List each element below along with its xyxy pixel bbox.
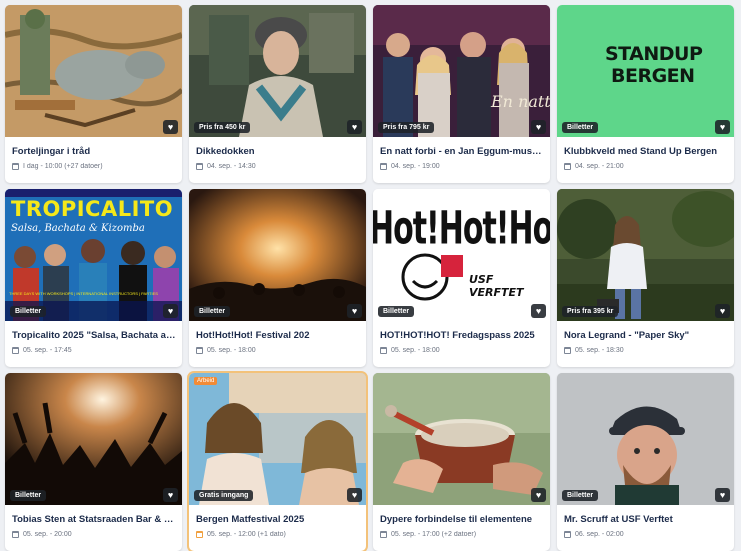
- poster-subtitle: Salsa, Bachata & Kizomba: [11, 223, 145, 234]
- calendar-icon: [12, 347, 19, 354]
- price-badge: Pris fra 450 kr: [194, 122, 251, 133]
- event-image: Pris fra 450 kr ♥: [189, 5, 366, 137]
- event-image: Billetter ♥: [557, 373, 734, 505]
- calendar-icon: [196, 163, 203, 170]
- calendar-icon: [380, 347, 387, 354]
- tickets-badge: Billetter: [562, 490, 599, 501]
- poster-line: THREE DAYS WITH WORKSHOPS | INTERNATIONA…: [9, 291, 158, 296]
- free-entry-badge: Gratis inngang: [194, 490, 254, 501]
- event-image: STANDUP BERGEN Billetter ♥: [557, 5, 734, 137]
- calendar-icon: [564, 531, 571, 538]
- event-title: Bergen Matfestival 2025: [196, 514, 305, 525]
- event-title: Mr. Scruff at USF Verftet: [564, 514, 673, 525]
- event-date: I dag - 10:00 (+27 datoer): [12, 163, 176, 170]
- event-image: Billetter ♥: [5, 373, 182, 505]
- event-image: Billetter ♥: [189, 189, 366, 321]
- event-card[interactable]: Pris fra 450 kr ♥ Dikkedokken 04. sep. -…: [189, 5, 366, 183]
- event-title: Tobias Sten at Statsraaden Bar & Recepti…: [12, 514, 176, 525]
- poster-venue: USF VERFTET: [469, 273, 524, 299]
- event-date: 04. sep. - 19:00: [380, 163, 544, 170]
- tickets-badge: Billetter: [10, 490, 47, 501]
- event-card[interactable]: Billetter ♥ Hot!Hot!Hot! Festival 202 05…: [189, 189, 366, 367]
- event-date: 05. sep. - 18:00: [196, 347, 360, 354]
- event-title: Klubbkveld med Stand Up Bergen: [564, 146, 718, 157]
- event-card[interactable]: Hot!Hot!Hot! USF VERFTET Billetter ♥ HOT…: [373, 189, 550, 367]
- favorite-icon[interactable]: ♥: [163, 120, 178, 134]
- event-image: ♥: [5, 5, 182, 137]
- event-card[interactable]: ♥ Forteljingar i tråd I dag - 10:00 (+27…: [5, 5, 182, 183]
- tickets-badge: Billetter: [10, 306, 47, 317]
- event-title: HOT!HOT!HOT! Fredagspass 2025: [380, 330, 535, 341]
- event-date: 05. sep. - 12:00 (+1 dato): [196, 531, 360, 538]
- tickets-badge: Billetter: [378, 306, 415, 317]
- favorite-icon[interactable]: ♥: [715, 120, 730, 134]
- event-date: 06. sep. - 02:00: [564, 531, 728, 538]
- favorite-icon[interactable]: ♥: [347, 488, 362, 502]
- price-badge: Pris fra 795 kr: [378, 122, 435, 133]
- favorite-icon[interactable]: ♥: [531, 304, 546, 318]
- event-card[interactable]: TROPICALITO Salsa, Bachata & Kizomba THR…: [5, 189, 182, 367]
- calendar-icon: [196, 531, 203, 538]
- calendar-icon: [380, 531, 387, 538]
- event-title: Tropicalito 2025 "Salsa, Bachata and Kiz…: [12, 330, 176, 341]
- event-image: Pris fra 395 kr ♥: [557, 189, 734, 321]
- price-badge: Pris fra 395 kr: [562, 306, 619, 317]
- event-image: Hot!Hot!Hot! USF VERFTET Billetter ♥: [373, 189, 550, 321]
- calendar-icon: [196, 347, 203, 354]
- event-image: Arbeid Gratis inngang ♥: [189, 373, 366, 505]
- event-date: 05. sep. - 18:00: [380, 347, 544, 354]
- event-title: En natt forbi - en Jan Eggum-musikal: [380, 146, 544, 157]
- calendar-icon: [380, 163, 387, 170]
- favorite-icon[interactable]: ♥: [347, 304, 362, 318]
- calendar-icon: [564, 347, 571, 354]
- calendar-icon: [564, 163, 571, 170]
- calendar-icon: [12, 163, 19, 170]
- favorite-icon[interactable]: ♥: [163, 488, 178, 502]
- calendar-icon: [12, 531, 19, 538]
- event-title: Dypere forbindelse til elementene: [380, 514, 533, 525]
- event-title: Hot!Hot!Hot! Festival 202: [196, 330, 310, 341]
- event-date: 05. sep. - 17:00 (+2 datoer): [380, 531, 544, 538]
- event-title: Forteljingar i tråd: [12, 146, 91, 157]
- poster-title: TROPICALITO: [11, 197, 174, 221]
- event-grid: ♥ Forteljingar i tråd I dag - 10:00 (+27…: [5, 5, 734, 551]
- poster-text: En natt forbi: [490, 92, 550, 111]
- favorite-icon[interactable]: ♥: [163, 304, 178, 318]
- event-card[interactable]: ♥ Dypere forbindelse til elementene 05. …: [373, 373, 550, 551]
- event-card[interactable]: Billetter ♥ Mr. Scruff at USF Verftet 06…: [557, 373, 734, 551]
- event-card[interactable]: Billetter ♥ Tobias Sten at Statsraaden B…: [5, 373, 182, 551]
- event-image: ♥: [373, 373, 550, 505]
- favorite-icon[interactable]: ♥: [347, 120, 362, 134]
- event-card[interactable]: En natt forbi Pris fra 795 kr ♥ En natt …: [373, 5, 550, 183]
- event-date: 05. sep. - 17:45: [12, 347, 176, 354]
- event-image: En natt forbi Pris fra 795 kr ♥: [373, 5, 550, 137]
- event-card[interactable]: STANDUP BERGEN Billetter ♥ Klubbkveld me…: [557, 5, 734, 183]
- event-date: 05. sep. - 20:00: [12, 531, 176, 538]
- favorite-icon[interactable]: ♥: [715, 304, 730, 318]
- category-tag: Arbeid: [194, 377, 218, 385]
- event-card[interactable]: Pris fra 395 kr ♥ Nora Legrand - "Paper …: [557, 189, 734, 367]
- tickets-badge: Billetter: [194, 306, 231, 317]
- event-date: 05. sep. - 18:30: [564, 347, 728, 354]
- favorite-icon[interactable]: ♥: [531, 488, 546, 502]
- event-date: 04. sep. - 21:00: [564, 163, 728, 170]
- event-image: TROPICALITO Salsa, Bachata & Kizomba THR…: [5, 189, 182, 321]
- favorite-icon[interactable]: ♥: [531, 120, 546, 134]
- tickets-badge: Billetter: [562, 122, 599, 133]
- event-title: Nora Legrand - "Paper Sky": [564, 330, 690, 341]
- favorite-icon[interactable]: ♥: [715, 488, 730, 502]
- standup-logo: STANDUP BERGEN: [605, 43, 703, 87]
- event-title: Dikkedokken: [196, 146, 255, 157]
- event-date: 04. sep. - 14:30: [196, 163, 360, 170]
- event-card[interactable]: Arbeid Gratis inngang ♥ Bergen Matfestiv…: [189, 373, 366, 551]
